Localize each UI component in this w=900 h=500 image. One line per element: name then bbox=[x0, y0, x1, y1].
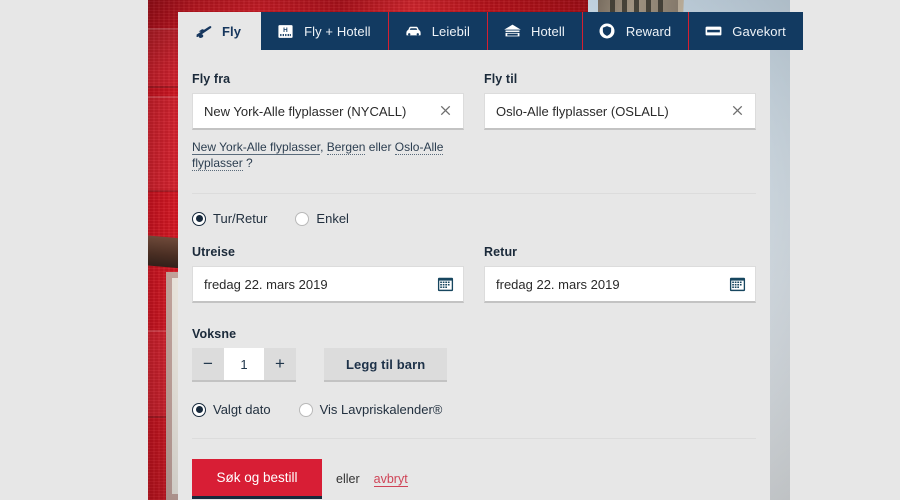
radio-valgt-dato[interactable]: Valgt dato bbox=[192, 402, 271, 417]
close-icon[interactable] bbox=[730, 103, 746, 119]
return-label: Retur bbox=[484, 245, 518, 260]
screen: Fly H Fly + Hotell Leiebil Hotell Reward… bbox=[0, 0, 900, 500]
radio-enkel-label: Enkel bbox=[316, 211, 349, 227]
or-text: eller bbox=[336, 472, 360, 487]
return-field[interactable] bbox=[484, 266, 756, 304]
flight-search-panel: Fly fra New York-Alle flyplasser, Bergen… bbox=[178, 46, 770, 500]
adults-decrement-button[interactable]: − bbox=[192, 348, 224, 381]
hint-origin-link[interactable]: New York-Alle flyplasser bbox=[192, 140, 321, 155]
giftcard-icon bbox=[704, 22, 723, 41]
tab-leiebil[interactable]: Leiebil bbox=[388, 12, 488, 50]
radio-enkel[interactable]: Enkel bbox=[295, 211, 349, 226]
depart-field-group: Utreise bbox=[192, 245, 464, 304]
destination-field[interactable] bbox=[484, 93, 756, 130]
divider-bottom bbox=[192, 438, 756, 440]
hint-suffix: ? bbox=[242, 156, 253, 171]
adults-stepper: − 1 + bbox=[192, 348, 296, 383]
return-field-group: Retur bbox=[484, 245, 756, 304]
adults-count[interactable]: 1 bbox=[224, 348, 264, 381]
radio-dot-icon bbox=[192, 402, 206, 417]
return-input[interactable] bbox=[485, 267, 755, 302]
radio-dot-icon bbox=[192, 211, 206, 226]
tab-fly-hotell-label: Fly + Hotell bbox=[304, 23, 371, 39]
tab-reward[interactable]: Reward bbox=[582, 12, 690, 50]
radio-lavpriskalender-label: Vis Lavpriskalender® bbox=[319, 402, 443, 418]
tab-fly-label: Fly bbox=[222, 23, 242, 39]
hint-sep2: eller bbox=[365, 140, 395, 154]
airplane-icon bbox=[194, 22, 213, 41]
origin-label: Fly fra bbox=[192, 72, 231, 86]
tab-reward-label: Reward bbox=[625, 23, 672, 39]
radio-valgt-dato-label: Valgt dato bbox=[213, 402, 271, 418]
adults-increment-button[interactable]: + bbox=[264, 348, 296, 381]
calendar-icon[interactable] bbox=[437, 276, 454, 293]
destination-field-group: Fly til bbox=[484, 72, 756, 171]
tab-gavekort-label: Gavekort bbox=[732, 23, 786, 39]
add-child-button[interactable]: Legg til barn bbox=[324, 348, 448, 383]
hint-bergen-link[interactable]: Bergen bbox=[326, 140, 366, 155]
close-icon[interactable] bbox=[438, 103, 454, 119]
depart-label: Utreise bbox=[192, 245, 236, 260]
trip-type-group: Tur/Retur Enkel bbox=[192, 211, 756, 226]
date-fields-row: Utreise fredag 22. mars 2019 Retur freda… bbox=[192, 245, 756, 304]
radio-dot-icon bbox=[298, 402, 313, 417]
passenger-row: − 1 + Legg til barn bbox=[192, 348, 756, 383]
adults-label: Voksne bbox=[192, 327, 237, 342]
divider-top bbox=[192, 193, 756, 195]
cancel-link[interactable]: avbryt bbox=[373, 472, 408, 487]
airport-fields-row: Fly fra New York-Alle flyplasser, Bergen… bbox=[192, 72, 756, 172]
car-icon bbox=[404, 22, 423, 41]
destination-input[interactable] bbox=[485, 94, 755, 128]
radio-tur-retur-label: Tur/Retur bbox=[213, 211, 268, 227]
destination-label: Fly til bbox=[484, 72, 518, 86]
radio-lavpriskalender[interactable]: Vis Lavpriskalender® bbox=[298, 402, 443, 418]
tab-fly[interactable]: Fly bbox=[178, 12, 262, 50]
tab-gavekort[interactable]: Gavekort bbox=[689, 12, 803, 50]
hint-sep1: , bbox=[320, 140, 327, 154]
tab-fly-hotell[interactable]: H Fly + Hotell bbox=[261, 12, 389, 50]
building-icon bbox=[503, 22, 522, 41]
airport-suggestion-hint: New York-Alle flyplasser, Bergen eller O… bbox=[192, 139, 464, 172]
tab-bar: Fly H Fly + Hotell Leiebil Hotell Reward… bbox=[178, 12, 803, 50]
tab-hotell-label: Hotell bbox=[530, 23, 565, 39]
depart-input[interactable] bbox=[193, 267, 463, 302]
hotel-sign-icon: H bbox=[276, 22, 295, 41]
tab-hotell[interactable]: Hotell bbox=[487, 12, 583, 50]
radio-tur-retur[interactable]: Tur/Retur bbox=[192, 211, 267, 226]
search-and-book-button[interactable]: Søk og bestill bbox=[192, 459, 322, 500]
reward-icon bbox=[598, 22, 617, 41]
radio-dot-icon bbox=[295, 211, 310, 226]
calendar-icon[interactable] bbox=[729, 276, 746, 293]
date-mode-group: Valgt dato Vis Lavpriskalender® bbox=[192, 402, 756, 417]
svg-text:H: H bbox=[283, 27, 288, 34]
tab-leiebil-label: Leiebil bbox=[431, 23, 470, 39]
origin-field[interactable] bbox=[192, 93, 464, 130]
origin-input[interactable] bbox=[193, 94, 463, 128]
depart-field[interactable] bbox=[192, 266, 464, 304]
submit-row: Søk og bestill eller avbryt bbox=[192, 459, 756, 500]
origin-field-group: Fly fra New York-Alle flyplasser, Bergen… bbox=[192, 72, 464, 172]
